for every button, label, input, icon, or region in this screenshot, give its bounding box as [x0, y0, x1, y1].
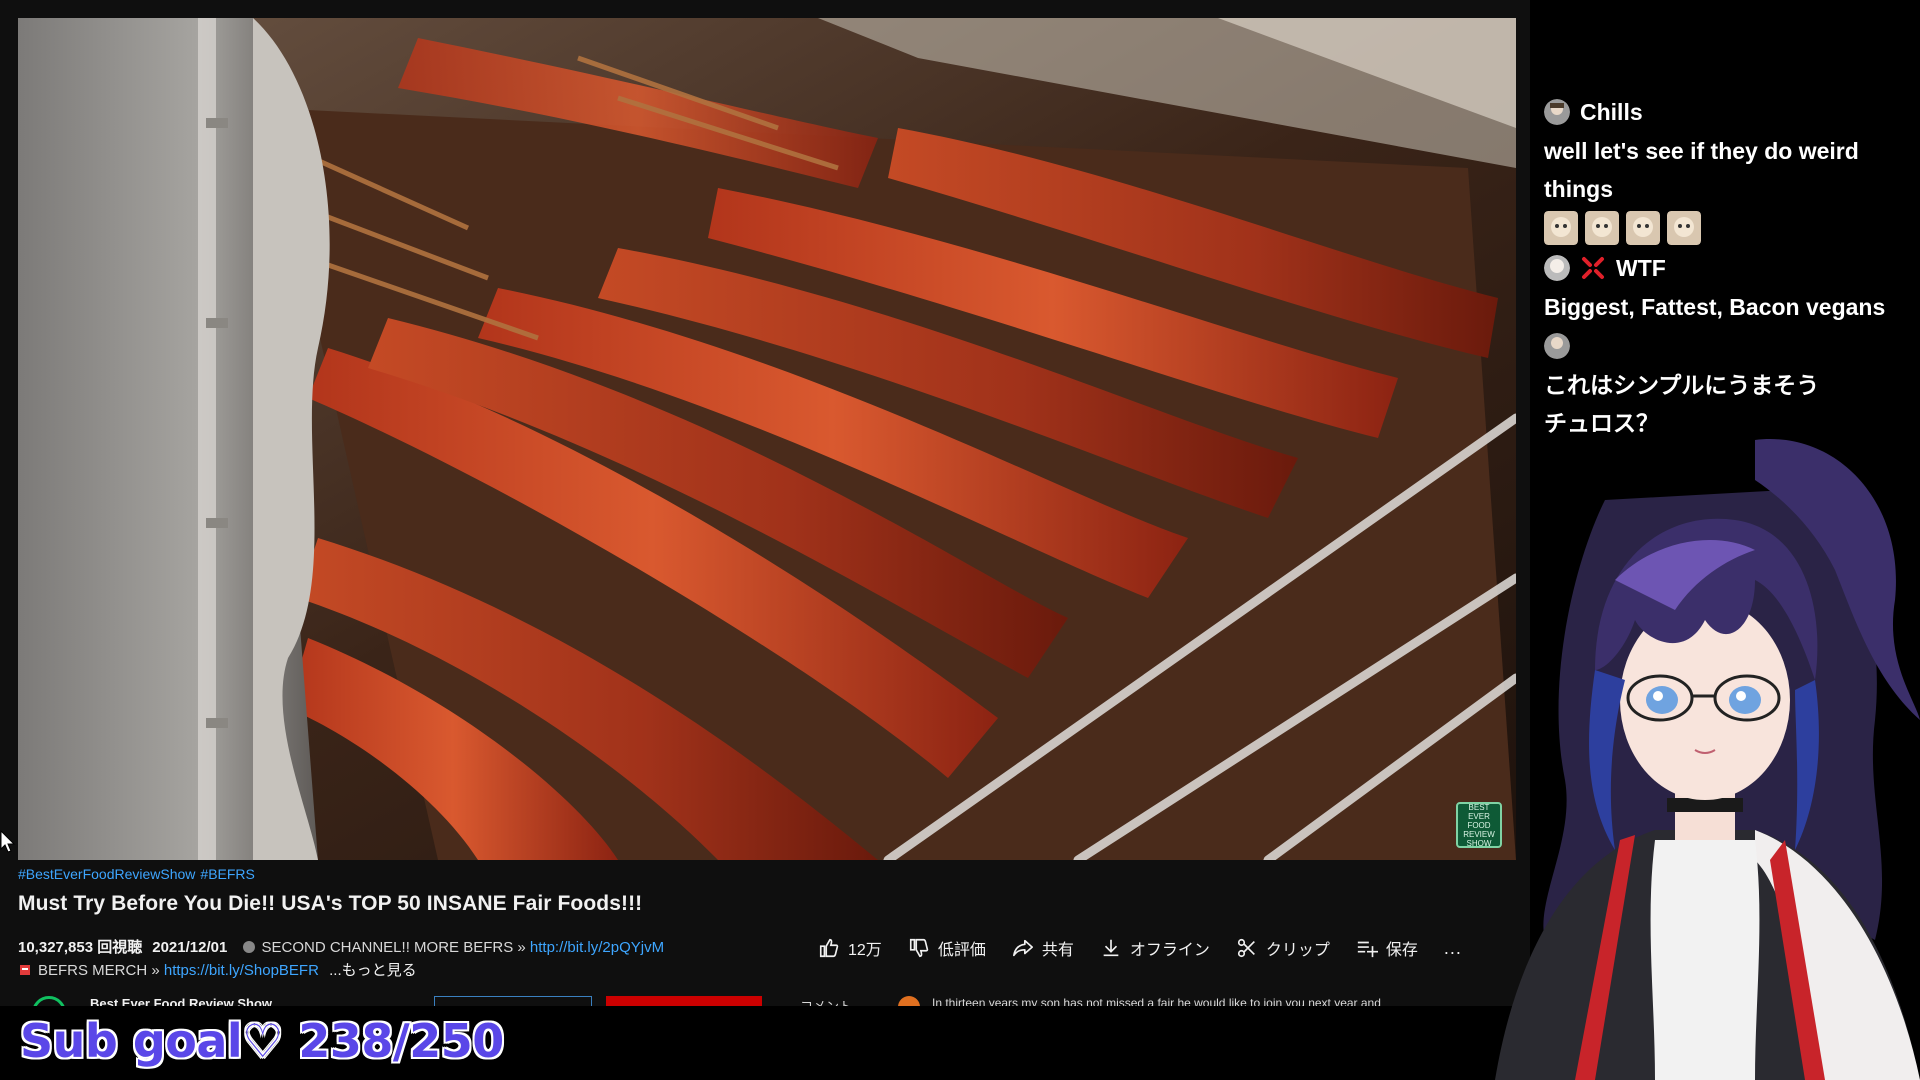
chat-username-row	[1544, 326, 1914, 366]
user-avatar	[1544, 255, 1570, 281]
clip-button[interactable]: クリップ	[1236, 936, 1330, 960]
hashtag-link[interactable]: #BEFRS	[200, 866, 254, 882]
description-line-1[interactable]: 10,327,853 回視聴 2021/12/01 SECOND CHANNEL!…	[18, 936, 664, 957]
clip-label: クリップ	[1265, 942, 1330, 959]
scissors-icon	[1237, 938, 1255, 958]
share-arrow-icon	[1012, 939, 1033, 957]
chat-message: WTF	[1616, 254, 1666, 281]
thumbs-down-icon	[909, 938, 929, 958]
shirt-emoji-icon	[20, 965, 30, 975]
video-title: Must Try Before You Die!! USA's TOP 50 I…	[18, 892, 643, 915]
user-avatar	[1544, 333, 1570, 359]
chat-username-row: Chills	[1544, 92, 1914, 132]
offline-download-button[interactable]: オフライン	[1100, 936, 1210, 960]
playlist-add-icon	[1357, 941, 1378, 958]
share-label: 共有	[1041, 942, 1074, 959]
show-more-button[interactable]: ...もっと見る	[329, 962, 417, 979]
emote-icon	[1626, 211, 1660, 245]
upload-date: 2021/12/01	[152, 939, 228, 956]
second-channel-link[interactable]: http://bit.ly/2pQYjvM	[530, 939, 664, 956]
description-line-2[interactable]: BEFRS MERCH » https://bit.ly/ShopBEFR ..…	[18, 959, 417, 980]
offline-label: オフライン	[1129, 942, 1210, 959]
description-text-2: BEFRS MERCH »	[38, 962, 160, 979]
emote-icon	[1667, 211, 1701, 245]
stream-chat: Chills well let's see if they do weird t…	[1544, 92, 1914, 442]
mouse-cursor-icon	[0, 830, 16, 853]
chat-message: well let's see if they do weird things	[1544, 138, 1859, 202]
chat-emote-row	[1544, 208, 1914, 248]
save-label: 保存	[1385, 942, 1418, 959]
chat-username: Chills	[1580, 98, 1643, 125]
hands-emoji-icon	[242, 941, 255, 953]
emote-icon	[1585, 211, 1619, 245]
thumbs-up-icon	[819, 938, 839, 958]
anger-emoji-icon	[1582, 257, 1604, 279]
video-info: #BestEverFoodReviewShow #BEFRS Must Try B…	[18, 866, 1518, 979]
emote-icon	[1544, 211, 1578, 245]
dislike-label: 低評価	[937, 942, 986, 959]
download-icon	[1103, 939, 1119, 957]
chat-message: これはシンプルにうまそう	[1544, 372, 1820, 398]
subscriber-goal: Sub goal♡ 238/250	[20, 1014, 504, 1068]
hashtag-link[interactable]: #BestEverFoodReviewShow	[18, 866, 195, 882]
share-button[interactable]: 共有	[1012, 936, 1074, 960]
dislike-button[interactable]: 低評価	[908, 936, 986, 960]
vtuber-avatar	[1495, 439, 1920, 1080]
view-count: 10,327,853 回視聴	[18, 939, 143, 956]
video-player[interactable]: BEST EVER FOOD REVIEW SHOW	[18, 18, 1516, 860]
like-button[interactable]: 12万	[818, 936, 882, 960]
like-count: 12万	[848, 942, 882, 959]
save-button[interactable]: 保存	[1356, 936, 1418, 960]
description-text-1: SECOND CHANNEL!! MORE BEFRS »	[261, 939, 526, 956]
merch-link[interactable]: https://bit.ly/ShopBEFR	[164, 962, 319, 979]
user-avatar	[1544, 99, 1570, 125]
hashtag-row: #BestEverFoodReviewShow #BEFRS	[18, 866, 1518, 884]
video-frame	[18, 18, 1516, 860]
video-actions-bar: 12万 低評価 共有 オフライン クリップ 保存 ...	[818, 936, 1462, 960]
chat-message: Biggest, Fattest, Bacon vegans	[1544, 294, 1886, 320]
chat-username-row: WTF	[1544, 248, 1914, 288]
